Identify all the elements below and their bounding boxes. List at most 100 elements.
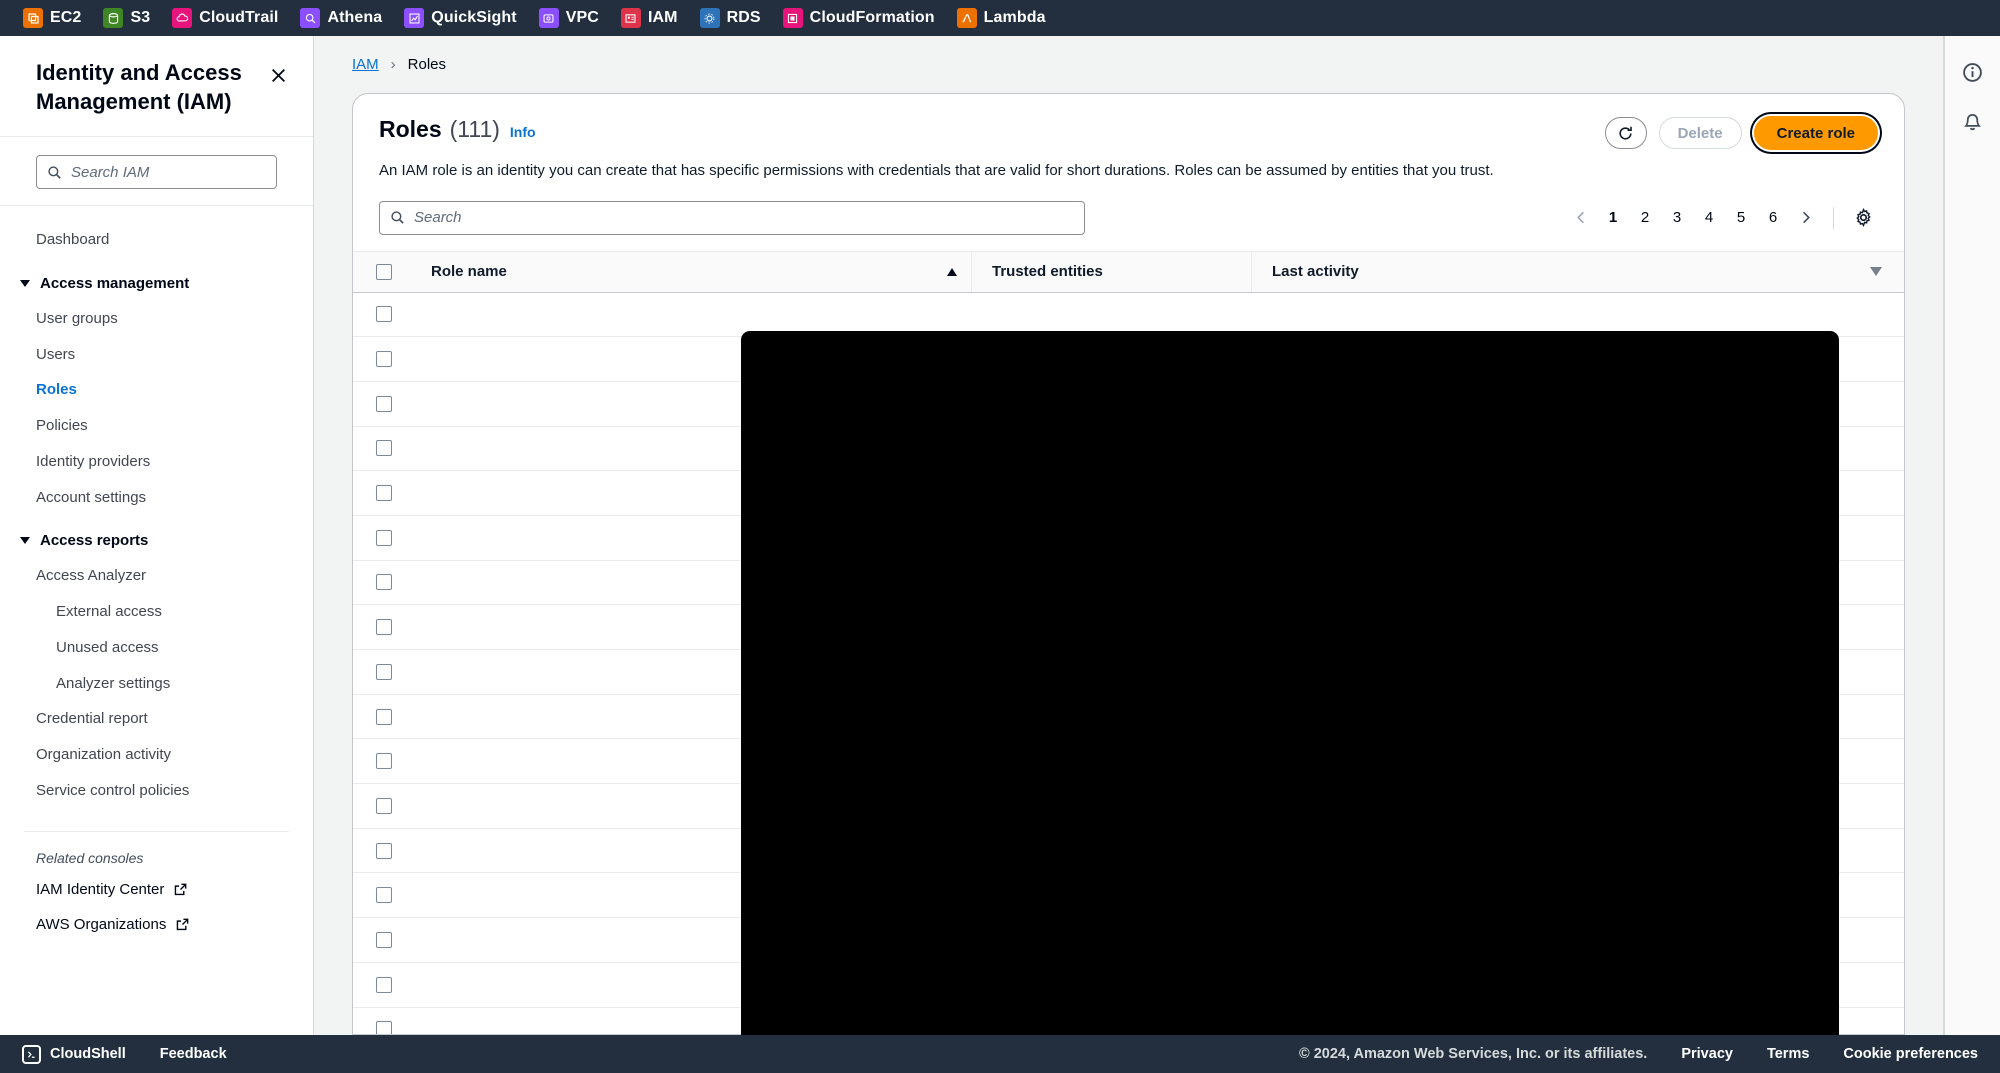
row-select-cell <box>353 842 415 859</box>
breadcrumb-iam[interactable]: IAM <box>352 56 379 73</box>
service-label: Lambda <box>983 9 1046 26</box>
pagination-page-4[interactable]: 4 <box>1695 204 1723 232</box>
sidebar-item-identity-providers[interactable]: Identity providers <box>0 444 313 480</box>
sidebar-item-external-access[interactable]: External access <box>0 594 313 630</box>
row-checkbox[interactable] <box>376 619 392 636</box>
notification-icon[interactable] <box>1955 104 1991 140</box>
service-shortcut-cloudformation[interactable]: CloudFormation <box>774 5 944 31</box>
row-select-cell <box>353 708 415 725</box>
gear-icon[interactable] <box>1848 203 1878 233</box>
sidebar-item-unused-access[interactable]: Unused access <box>0 630 313 666</box>
row-checkbox[interactable] <box>376 708 392 725</box>
sidebar-item-access-analyzer[interactable]: Access Analyzer <box>0 558 313 594</box>
external-link-icon <box>173 882 188 897</box>
row-checkbox[interactable] <box>376 753 392 770</box>
service-shortcut-cloudtrail[interactable]: CloudTrail <box>163 5 287 31</box>
service-shortcut-athena[interactable]: Athena <box>291 5 391 31</box>
service-shortcut-s3[interactable]: S3 <box>94 5 159 31</box>
row-checkbox[interactable] <box>376 1021 392 1034</box>
pagination-next[interactable] <box>1791 204 1819 232</box>
sidebar-item-organization-activity[interactable]: Organization activity <box>0 737 313 773</box>
pagination: 1 2 3 4 5 6 <box>1567 203 1878 233</box>
column-header-last-activity[interactable]: Last activity <box>1251 251 1904 292</box>
row-checkbox[interactable] <box>376 351 392 368</box>
info-circle-icon[interactable] <box>1955 54 1991 90</box>
table-filter-row: 1 2 3 4 5 6 <box>353 183 1904 251</box>
delete-button[interactable]: Delete <box>1658 117 1742 149</box>
row-checkbox[interactable] <box>376 440 392 457</box>
sidebar-item-users[interactable]: Users <box>0 337 313 373</box>
service-label: Athena <box>327 9 383 26</box>
info-link[interactable]: Info <box>510 124 536 140</box>
terms-link[interactable]: Terms <box>1767 1046 1809 1062</box>
privacy-link[interactable]: Privacy <box>1681 1046 1733 1062</box>
column-header-trusted-entities[interactable]: Trusted entities <box>971 251 1251 292</box>
redaction-overlay <box>741 331 1839 1035</box>
roles-count: (111) <box>449 116 500 142</box>
sidebar-item-service-control-policies[interactable]: Service control policies <box>0 773 313 809</box>
service-shortcut-lambda[interactable]: Lambda <box>948 5 1055 31</box>
close-icon[interactable] <box>263 60 293 90</box>
row-checkbox[interactable] <box>376 574 392 591</box>
roles-search-box[interactable] <box>379 200 1085 235</box>
sidebar-item-analyzer-settings[interactable]: Analyzer settings <box>0 666 313 702</box>
search-iam-input[interactable] <box>71 163 270 181</box>
sidebar-nav-list: Dashboard Access management User groups … <box>0 206 313 1035</box>
sidebar-search-box[interactable] <box>36 155 277 190</box>
pagination-page-1[interactable]: 1 <box>1599 204 1627 232</box>
row-select-cell <box>353 306 415 323</box>
service-shortcut-vpc[interactable]: VPC <box>530 5 608 31</box>
refresh-button[interactable] <box>1604 117 1647 149</box>
row-checkbox[interactable] <box>376 931 392 948</box>
pagination-page-2[interactable]: 2 <box>1631 204 1659 232</box>
create-role-button[interactable]: Create role <box>1753 116 1878 150</box>
row-checkbox[interactable] <box>376 842 392 859</box>
feedback-link[interactable]: Feedback <box>160 1046 227 1062</box>
lambda-icon <box>956 8 977 28</box>
service-label: EC2 <box>50 9 82 26</box>
sidebar-item-aws-organizations[interactable]: AWS Organizations <box>0 907 313 942</box>
cookie-preferences-link[interactable]: Cookie preferences <box>1843 1046 1978 1062</box>
sidebar-group-access-management[interactable]: Access management <box>0 266 313 301</box>
row-checkbox[interactable] <box>376 395 392 412</box>
row-checkbox[interactable] <box>376 306 392 323</box>
cloudshell-button[interactable]: CloudShell <box>22 1044 126 1064</box>
sidebar-header: Identity and Access Management (IAM) <box>0 36 313 138</box>
iam-icon <box>620 8 641 28</box>
search-input[interactable] <box>414 209 1074 226</box>
column-header-role-name[interactable]: Role name <box>415 252 971 292</box>
sidebar-item-dashboard[interactable]: Dashboard <box>0 222 313 258</box>
row-checkbox[interactable] <box>376 529 392 546</box>
row-select-cell <box>353 351 415 368</box>
sidebar-item-iam-identity-center[interactable]: IAM Identity Center <box>0 872 313 907</box>
sidebar-item-account-settings[interactable]: Account settings <box>0 480 313 516</box>
sidebar-item-policies[interactable]: Policies <box>0 408 313 444</box>
rds-icon <box>699 8 720 28</box>
service-shortcut-ec2[interactable]: EC2 <box>14 5 90 31</box>
row-checkbox[interactable] <box>376 663 392 680</box>
iam-sidebar: Identity and Access Management (IAM) Das… <box>0 36 314 1035</box>
sidebar-item-credential-report[interactable]: Credential report <box>0 701 313 737</box>
row-checkbox[interactable] <box>376 485 392 502</box>
footer: CloudShell Feedback © 2024, Amazon Web S… <box>0 1035 2000 1073</box>
pagination-page-3[interactable]: 3 <box>1663 204 1691 232</box>
sidebar-item-user-groups[interactable]: User groups <box>0 301 313 337</box>
row-checkbox[interactable] <box>376 976 392 993</box>
service-shortcut-quicksight[interactable]: QuickSight <box>395 5 525 31</box>
service-shortcut-rds[interactable]: RDS <box>691 5 770 31</box>
pagination-page-5[interactable]: 5 <box>1727 204 1755 232</box>
cloudformation-icon <box>782 8 803 28</box>
service-shortcut-iam[interactable]: IAM <box>612 5 687 31</box>
row-checkbox[interactable] <box>376 887 392 904</box>
sidebar-group-access-reports[interactable]: Access reports <box>0 523 313 558</box>
select-all-checkbox[interactable] <box>376 263 392 280</box>
service-label: CloudTrail <box>199 9 279 26</box>
sidebar-search-container <box>0 137 313 207</box>
service-label: S3 <box>130 9 151 26</box>
pagination-prev[interactable] <box>1567 204 1595 232</box>
row-checkbox[interactable] <box>376 797 392 814</box>
pagination-divider <box>1833 206 1834 229</box>
pagination-page-6[interactable]: 6 <box>1759 204 1787 232</box>
collapse-icon[interactable] <box>1870 267 1882 276</box>
sidebar-item-roles[interactable]: Roles <box>0 372 313 408</box>
